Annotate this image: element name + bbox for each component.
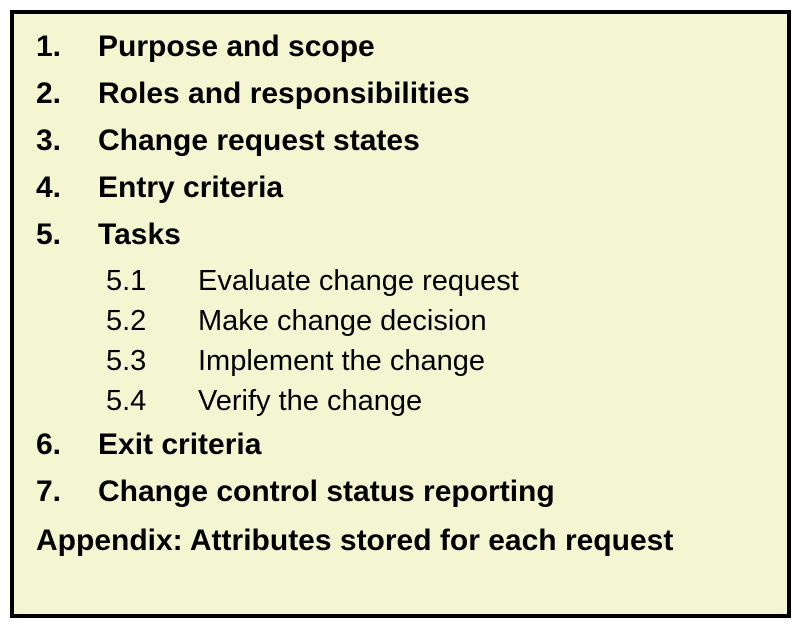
toc-item-number: 2. xyxy=(36,79,98,109)
toc-item-label: Roles and responsibilities xyxy=(98,79,470,109)
toc-item-number: 7. xyxy=(36,477,98,507)
toc-subitem-number: 5.1 xyxy=(106,267,198,296)
toc-item-label: Purpose and scope xyxy=(98,32,375,62)
toc-subitem-label: Evaluate change request xyxy=(198,267,519,296)
toc-subitem-number: 5.3 xyxy=(106,347,198,376)
toc-item-label: Change request states xyxy=(98,126,420,156)
toc-item-number: 6. xyxy=(36,430,98,460)
toc-subitem-label: Implement the change xyxy=(198,347,485,376)
toc-item-label: Exit criteria xyxy=(98,430,261,460)
toc-item-5: 5. Tasks xyxy=(36,220,765,250)
toc-item-label: Tasks xyxy=(98,220,181,250)
toc-panel: 1. Purpose and scope 2. Roles and respon… xyxy=(10,10,791,618)
toc-item-number: 1. xyxy=(36,32,98,62)
toc-item-number: 3. xyxy=(36,126,98,156)
toc-item-7: 7. Change control status reporting xyxy=(36,477,765,507)
toc-sublist: 5.1 Evaluate change request 5.2 Make cha… xyxy=(106,267,765,416)
toc-item-2: 2. Roles and responsibilities xyxy=(36,79,765,109)
toc-subitem-number: 5.4 xyxy=(106,387,198,416)
toc-item-4: 4. Entry criteria xyxy=(36,173,765,203)
toc-subitem-5-4: 5.4 Verify the change xyxy=(106,387,765,416)
toc-subitem-label: Make change decision xyxy=(198,307,487,336)
toc-subitem-5-1: 5.1 Evaluate change request xyxy=(106,267,765,296)
toc-appendix: Appendix: Attributes stored for each req… xyxy=(36,524,765,558)
toc-item-number: 4. xyxy=(36,173,98,203)
toc-subitem-5-2: 5.2 Make change decision xyxy=(106,307,765,336)
toc-subitem-label: Verify the change xyxy=(198,387,422,416)
toc-subitem-number: 5.2 xyxy=(106,307,198,336)
toc-item-1: 1. Purpose and scope xyxy=(36,32,765,62)
toc-item-label: Change control status reporting xyxy=(98,477,555,507)
toc-item-3: 3. Change request states xyxy=(36,126,765,156)
toc-subitem-5-3: 5.3 Implement the change xyxy=(106,347,765,376)
toc-list: 1. Purpose and scope 2. Roles and respon… xyxy=(36,32,765,507)
toc-item-number: 5. xyxy=(36,220,98,250)
toc-item-label: Entry criteria xyxy=(98,173,283,203)
toc-item-6: 6. Exit criteria xyxy=(36,430,765,460)
